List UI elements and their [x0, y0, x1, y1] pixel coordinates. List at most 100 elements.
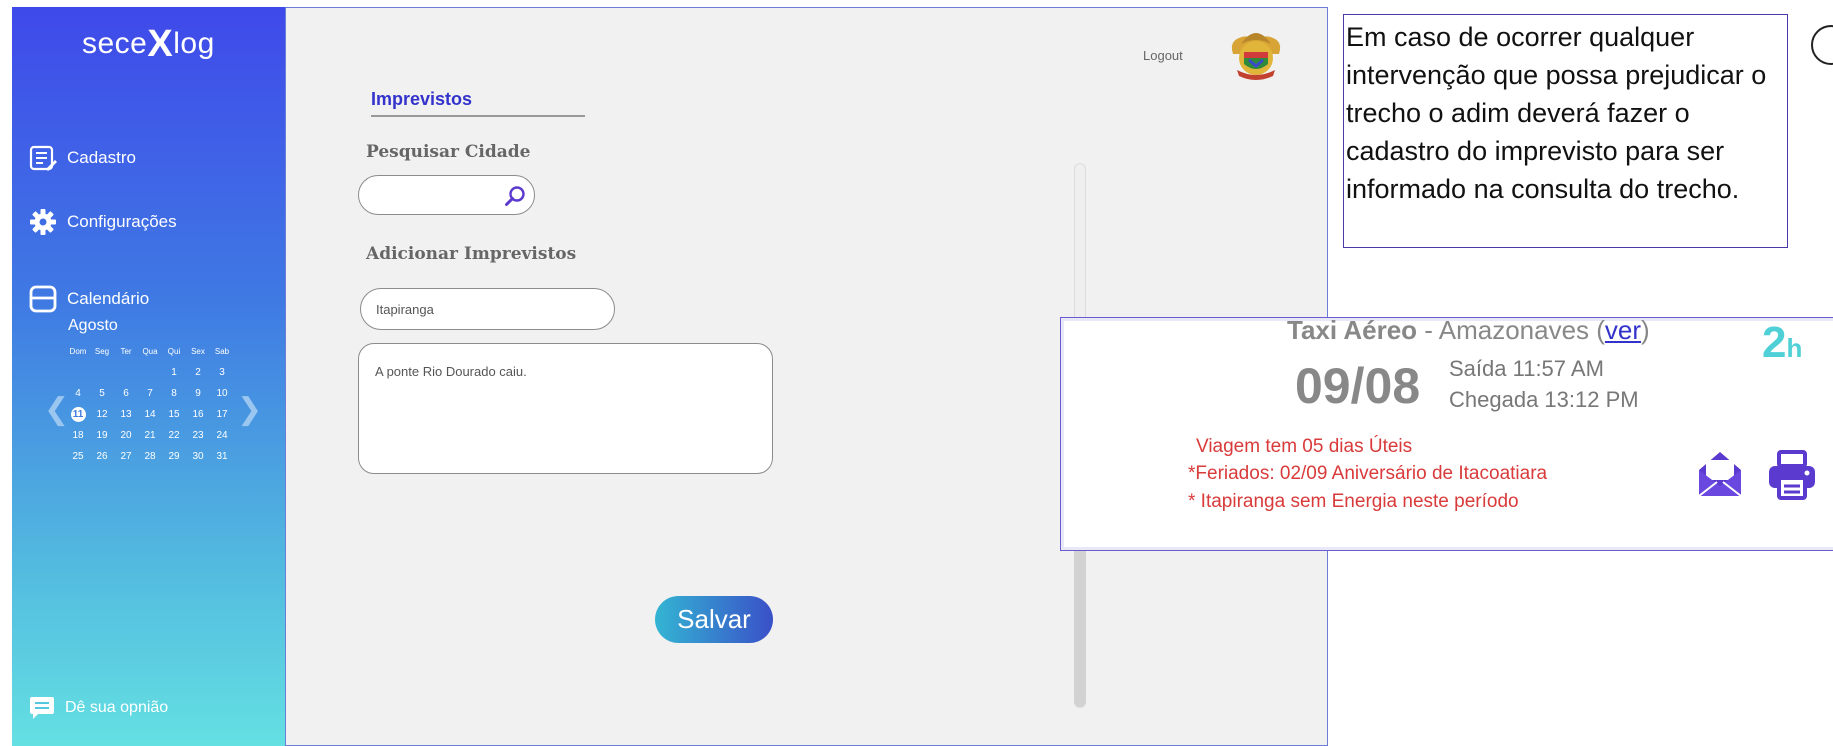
calendar-day-label: 11 [70, 407, 86, 422]
annotation-note: Em caso de ocorrer qualquer intervenção … [1343, 14, 1788, 248]
calendar-day[interactable]: 2 [186, 367, 210, 378]
calendar-day[interactable]: 4 [66, 388, 90, 399]
nav-configuracoes-label: Configurações [67, 212, 177, 231]
calendar-day[interactable]: 27 [114, 451, 138, 462]
calendar-day-label: 1 [171, 367, 177, 378]
calendar-month: Agosto [68, 317, 118, 334]
calendar-week: 18 19 20 21 22 23 24 [66, 425, 234, 446]
nav-configuracoes[interactable]: Configurações [29, 206, 177, 238]
calendar-grid: Dom Seg Ter Qua Qui Sex Sab 1 2 3 4 5 6 7 8 9 10 1… [66, 341, 234, 467]
calendar-day[interactable]: 28 [138, 451, 162, 462]
cadastro-icon [29, 145, 57, 171]
calendar-day[interactable]: 14 [138, 409, 162, 420]
gear-icon [30, 209, 56, 235]
calendar-day[interactable]: 21 [138, 430, 162, 441]
calendar-day-label: 23 [192, 430, 204, 441]
calendar-day[interactable]: 10 [210, 388, 234, 399]
weekday: Sex [191, 347, 205, 356]
mail-icon[interactable] [1697, 450, 1743, 498]
calendar-day-label: 4 [75, 388, 81, 399]
calendar-weekdays: Dom Seg Ter Qua Qui Sex Sab [66, 341, 234, 362]
nav-calendario[interactable]: Calendário [29, 283, 149, 315]
calendar-day[interactable]: 23 [186, 430, 210, 441]
calendar-day-label: 28 [144, 451, 156, 462]
scrollbar-thumb[interactable] [1074, 540, 1086, 707]
calendar-day[interactable]: 15 [162, 409, 186, 420]
trip-company-close: ) [1641, 315, 1650, 345]
description-field[interactable]: A ponte Rio Dourado caiu. [358, 343, 773, 474]
trip-warning: *Feriados: 02/09 Aniversário de Itacoati… [1188, 463, 1548, 484]
calendar-day[interactable]: 3 [210, 367, 234, 378]
circle-marker [1811, 25, 1833, 65]
calendar-day[interactable]: 1 [162, 367, 186, 378]
calendar-day[interactable]: 25 [66, 451, 90, 462]
calendar-day-label: 26 [96, 451, 108, 462]
calendar-day[interactable]: 24 [210, 430, 234, 441]
calendar-day[interactable]: 26 [90, 451, 114, 462]
calendar-day[interactable]: 13 [114, 409, 138, 420]
calendar-day[interactable]: 6 [114, 388, 138, 399]
calendar-next-button[interactable]: ❯ [237, 395, 262, 425]
logo-x: X [147, 23, 174, 65]
calendar-day-label: 10 [216, 388, 228, 399]
logout-link[interactable]: Logout [1143, 48, 1183, 63]
calendar-prev-button[interactable]: ❮ [44, 395, 69, 425]
feedback-label: Dê sua opnião [65, 699, 169, 716]
calendar-weeks: 1 2 3 4 5 6 7 8 9 10 11 12 13 14 15 16 17 18 19 20 21 22 23 24 2… [66, 362, 234, 467]
trip-details-link[interactable]: ver [1605, 315, 1641, 345]
calendar-day-label: 16 [192, 409, 204, 420]
city-field[interactable]: Itapiranga [360, 288, 615, 330]
calendar-day[interactable]: 22 [162, 430, 186, 441]
calendar-day[interactable]: 5 [90, 388, 114, 399]
save-button[interactable]: Salvar [655, 596, 773, 643]
calendar-day-label: 30 [192, 451, 204, 462]
calendar-day-label: 24 [216, 430, 228, 441]
nav-cadastro[interactable]: Cadastro [29, 142, 136, 174]
calendar-day[interactable]: 29 [162, 451, 186, 462]
calendar-day-label: 27 [120, 451, 132, 462]
calendar-day-label: 20 [120, 430, 132, 441]
calendar-day-label: 6 [123, 388, 129, 399]
calendar-day[interactable]: 19 [90, 430, 114, 441]
calendar-day-label: 7 [147, 388, 153, 399]
calendar-day[interactable]: 20 [114, 430, 138, 441]
calendar-week: 25 26 27 28 29 30 31 [66, 446, 234, 467]
calendar-day[interactable]: 12 [90, 409, 114, 420]
calendar-day-label: 8 [171, 388, 177, 399]
calendar-day-label: 22 [168, 430, 180, 441]
calendar-day[interactable]: 18 [66, 430, 90, 441]
trip-warning: * Itapiranga sem Energia neste período [1188, 491, 1519, 512]
calendar-day-label: 2 [195, 367, 201, 378]
feedback-link[interactable]: Dê sua opnião [29, 696, 168, 720]
calendar-day[interactable]: 17 [210, 409, 234, 420]
calendar-day[interactable]: 16 [186, 409, 210, 420]
calendar-day-label: 14 [144, 409, 156, 420]
calendar-day-label: 18 [72, 430, 84, 441]
weekday: Sab [214, 347, 230, 356]
calendar-day[interactable]: 31 [210, 451, 234, 462]
calendar-day[interactable]: 8 [162, 388, 186, 399]
nav-cadastro-label: Cadastro [67, 148, 136, 167]
search-icon[interactable] [504, 185, 526, 207]
calendar-day[interactable]: 30 [186, 451, 210, 462]
calendar-week: 11 12 13 14 15 16 17 [66, 404, 234, 425]
calendar-day[interactable]: 7 [138, 388, 162, 399]
calendar-day-label: 5 [99, 388, 105, 399]
tab-imprevistos[interactable]: Imprevistos [371, 89, 472, 110]
calendar-day-label: 31 [216, 451, 228, 462]
tab-underline [371, 115, 585, 117]
calendar-day-label: 19 [96, 430, 108, 441]
calendar-week: 4 5 6 7 8 9 10 [66, 383, 234, 404]
weekday: Qui [167, 347, 181, 356]
calendar-icon [29, 285, 57, 313]
calendar-day-label: 13 [120, 409, 132, 420]
calendar-day[interactable]: 9 [186, 388, 210, 399]
calendar-day-label: 9 [195, 388, 201, 399]
calendar-day-label: 29 [168, 451, 180, 462]
weekday: Seg [94, 347, 110, 356]
logo-left: sece [82, 27, 148, 60]
calendar-day-label: 17 [216, 409, 228, 420]
print-icon[interactable] [1767, 450, 1817, 500]
calendar-day-label: 25 [72, 451, 84, 462]
calendar-day[interactable]: 11 [66, 407, 90, 422]
